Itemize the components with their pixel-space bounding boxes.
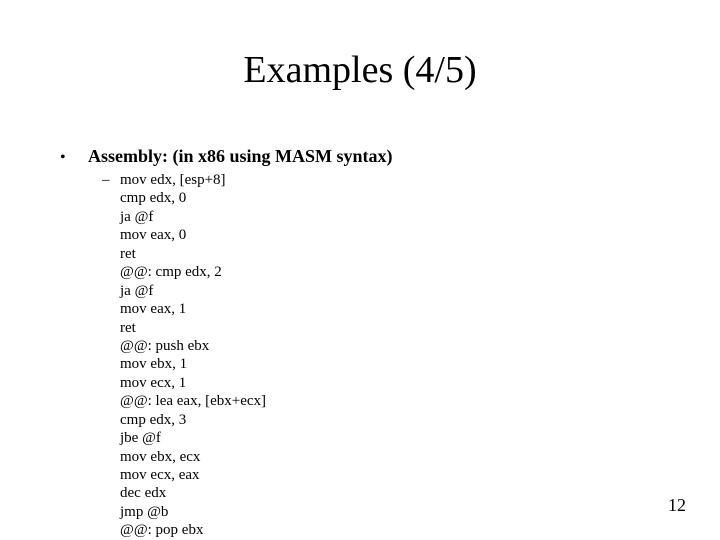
sub-bullet-row: – mov edx, [esp+8] cmp edx, 0 ja @f mov … (102, 171, 660, 540)
sub-bullet-marker: – (102, 172, 120, 189)
page-number: 12 (668, 495, 686, 516)
bullet-row: • Assembly: (in x86 using MASM syntax) (60, 146, 660, 167)
slide-title: Examples (4/5) (0, 48, 720, 92)
bullet-text: Assembly: (in x86 using MASM syntax) (88, 146, 393, 167)
bullet-marker: • (60, 149, 88, 167)
assembly-code-block: mov edx, [esp+8] cmp edx, 0 ja @f mov ea… (120, 171, 266, 540)
slide: Examples (4/5) • Assembly: (in x86 using… (0, 0, 720, 540)
slide-body: • Assembly: (in x86 using MASM syntax) –… (60, 146, 660, 540)
